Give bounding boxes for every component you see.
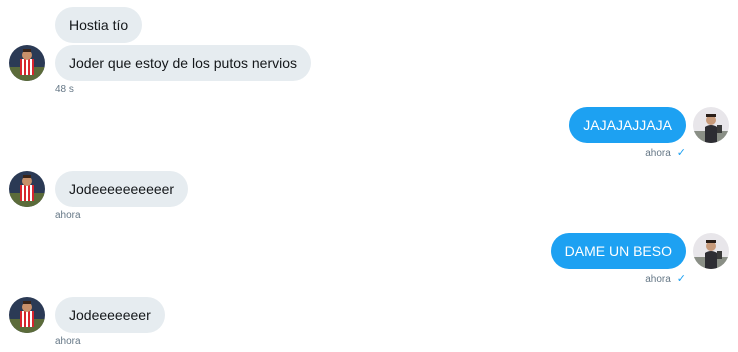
message-timestamp: ahora: [55, 336, 81, 347]
message-bubble-outgoing[interactable]: JAJAJAJJAJA: [569, 107, 686, 143]
checkmark-icon: ✓: [676, 147, 686, 159]
football-player-avatar-icon: [9, 297, 45, 333]
message-bubble-incoming[interactable]: Jodeeeeeeer: [55, 297, 165, 333]
football-player-avatar-icon: [9, 45, 45, 81]
own-avatar[interactable]: [693, 233, 729, 269]
football-player-avatar-icon: [9, 171, 45, 207]
person-avatar-icon: [693, 233, 729, 269]
message-status: ahora ✓: [645, 147, 686, 160]
message-bubble-incoming[interactable]: Hostia tío: [55, 7, 143, 43]
own-avatar[interactable]: [693, 107, 729, 143]
dm-conversation: Hostia tío Joder que estoy de los putos …: [0, 0, 738, 352]
message-bubble-incoming[interactable]: Joder que estoy de los putos nervios: [55, 45, 312, 81]
message-timestamp: ahora: [645, 274, 671, 285]
message-timestamp: 48 s: [55, 84, 74, 95]
sender-avatar[interactable]: [9, 45, 45, 81]
person-avatar-icon: [693, 107, 729, 143]
message-bubble-outgoing[interactable]: DAME UN BESO: [550, 233, 686, 269]
message-status: ahora ✓: [645, 273, 686, 286]
message-bubble-incoming[interactable]: Jodeeeeeeeeeer: [55, 171, 189, 207]
checkmark-icon: ✓: [676, 273, 686, 285]
message-timestamp: ahora: [55, 210, 81, 221]
message-timestamp: ahora: [645, 148, 671, 159]
sender-avatar[interactable]: [9, 171, 45, 207]
sender-avatar[interactable]: [9, 297, 45, 333]
